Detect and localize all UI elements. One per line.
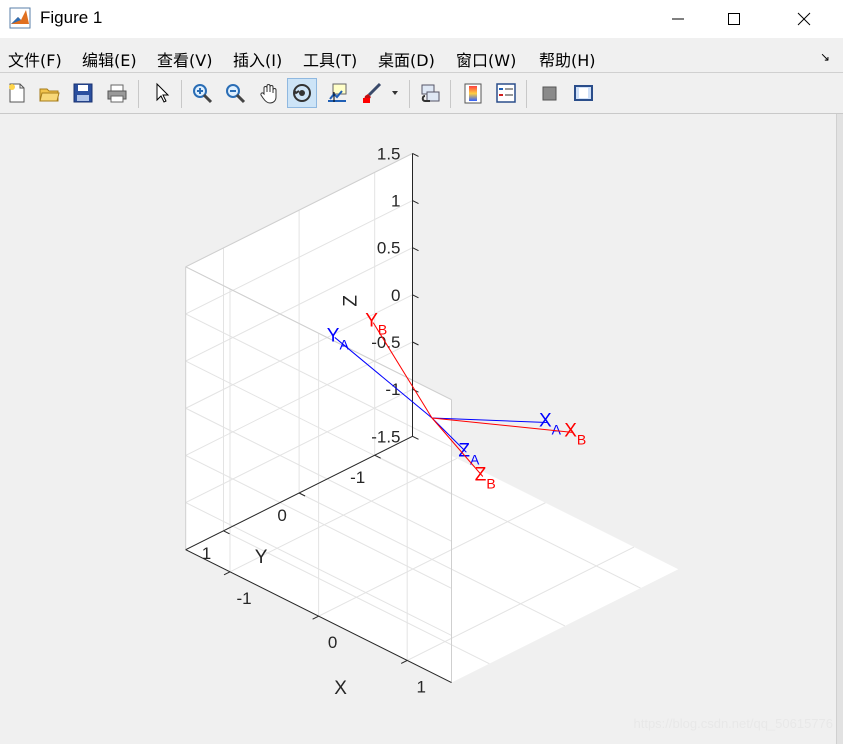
z-axis-label: Z [341, 295, 362, 307]
z-tick [412, 200, 419, 204]
menu-window[interactable]: 窗口(W) [456, 47, 516, 71]
hide-plot-tools-icon [542, 86, 557, 101]
zoom-out-icon [226, 84, 246, 104]
menu-insert[interactable]: 插入(I) [233, 47, 282, 71]
save-button[interactable] [68, 78, 98, 108]
brush-dropdown-button[interactable] [386, 78, 404, 108]
close-button[interactable] [781, 0, 827, 38]
z-tick-label: -1.5 [371, 427, 400, 446]
right-scrollbar[interactable] [836, 114, 843, 744]
data-cursor-icon [328, 83, 347, 102]
menu-tools[interactable]: 工具(T) [303, 47, 357, 71]
y-axis-label: Y [255, 547, 268, 568]
link-plot-icon [421, 84, 440, 102]
menu-view[interactable]: 查看(V) [157, 47, 212, 71]
edit-plot-button[interactable] [146, 78, 176, 108]
open-file-icon [39, 88, 60, 102]
z-tick [412, 341, 419, 346]
y-tick-label: 1 [202, 544, 211, 563]
show-plot-tools-icon [574, 85, 593, 101]
x-tick [223, 571, 231, 576]
toolbar-separator [181, 80, 182, 108]
title-bar: Figure 1 [0, 0, 843, 38]
close-icon [797, 12, 811, 26]
frame-axis-label: XB [564, 420, 586, 447]
save-icon [73, 83, 93, 103]
matlab-logo-icon [9, 7, 31, 29]
x-axis-label: X [334, 678, 347, 699]
x-tick [400, 660, 408, 664]
link-plot-button[interactable] [415, 78, 445, 108]
rotate-3d-icon [293, 84, 311, 102]
x-tick-label: 1 [416, 677, 425, 696]
brush-icon [363, 82, 382, 103]
y-tick-label: 0 [277, 506, 286, 525]
z-tick-label: 0.5 [377, 239, 401, 258]
data-cursor-button[interactable] [322, 78, 352, 108]
z-tick-label: 1.5 [377, 144, 401, 163]
axes-3d[interactable]: 1.510.50-0.5-1-1.510-1-101ZYXXAYAZAXBYBZ… [0, 114, 836, 744]
watermark-text: https://blog.csdn.net/qq_50615776 [633, 716, 834, 731]
z-tick [412, 152, 419, 157]
menu-file[interactable]: 文件(F) [8, 47, 62, 71]
menu-divider [0, 72, 843, 73]
toolbar-separator [526, 80, 527, 108]
z-tick-label: 0 [391, 286, 400, 305]
pan-hand-icon [260, 84, 277, 104]
figure-toolbar [0, 76, 843, 112]
brush-button[interactable] [356, 78, 386, 108]
print-icon [107, 84, 127, 103]
menu-help[interactable]: 帮助(H) [539, 47, 596, 71]
toolbar-separator [450, 80, 451, 108]
menu-bar: 文件(F) 编辑(E) 查看(V) 插入(I) 工具(T) 桌面(D) 窗口(W… [0, 42, 843, 72]
insert-colorbar-icon [464, 83, 482, 104]
maximize-icon [728, 13, 740, 25]
zoom-in-button[interactable] [187, 78, 217, 108]
maximize-button[interactable] [711, 0, 757, 38]
zoom-in-icon [193, 84, 213, 104]
x-tick-label: 0 [328, 633, 337, 652]
toolbar-separator [138, 80, 139, 108]
open-file-button[interactable] [34, 78, 64, 108]
frame-axis-label: XA [539, 411, 562, 438]
new-figure-icon [9, 83, 25, 103]
x-tick-label: -1 [236, 589, 251, 608]
new-figure-button[interactable] [2, 78, 32, 108]
menu-edit[interactable]: 编辑(E) [82, 47, 137, 71]
chevron-down-icon [392, 91, 398, 95]
y-tick-label: -1 [350, 468, 365, 487]
edit-plot-pointer-icon [156, 82, 170, 103]
show-plot-tools-button[interactable] [568, 78, 598, 108]
window-title: Figure 1 [40, 8, 103, 27]
pan-button[interactable] [254, 78, 284, 108]
menu-desktop[interactable]: 桌面(D) [378, 47, 435, 71]
insert-legend-button[interactable] [491, 78, 521, 108]
minimize-button[interactable] [655, 0, 701, 38]
z-tick [412, 294, 419, 299]
hide-plot-tools-button[interactable] [534, 78, 564, 108]
insert-colorbar-button[interactable] [458, 78, 488, 108]
dock-figure-icon[interactable]: ↘ [820, 50, 830, 64]
minimize-icon [672, 18, 684, 20]
rotate-3d-button[interactable] [287, 78, 317, 108]
insert-legend-icon [496, 83, 516, 103]
z-tick [412, 247, 419, 252]
print-button[interactable] [102, 78, 132, 108]
x-tick [312, 615, 319, 620]
toolbar-separator [409, 80, 410, 108]
z-tick-label: 1 [391, 192, 400, 211]
zoom-out-button[interactable] [220, 78, 250, 108]
